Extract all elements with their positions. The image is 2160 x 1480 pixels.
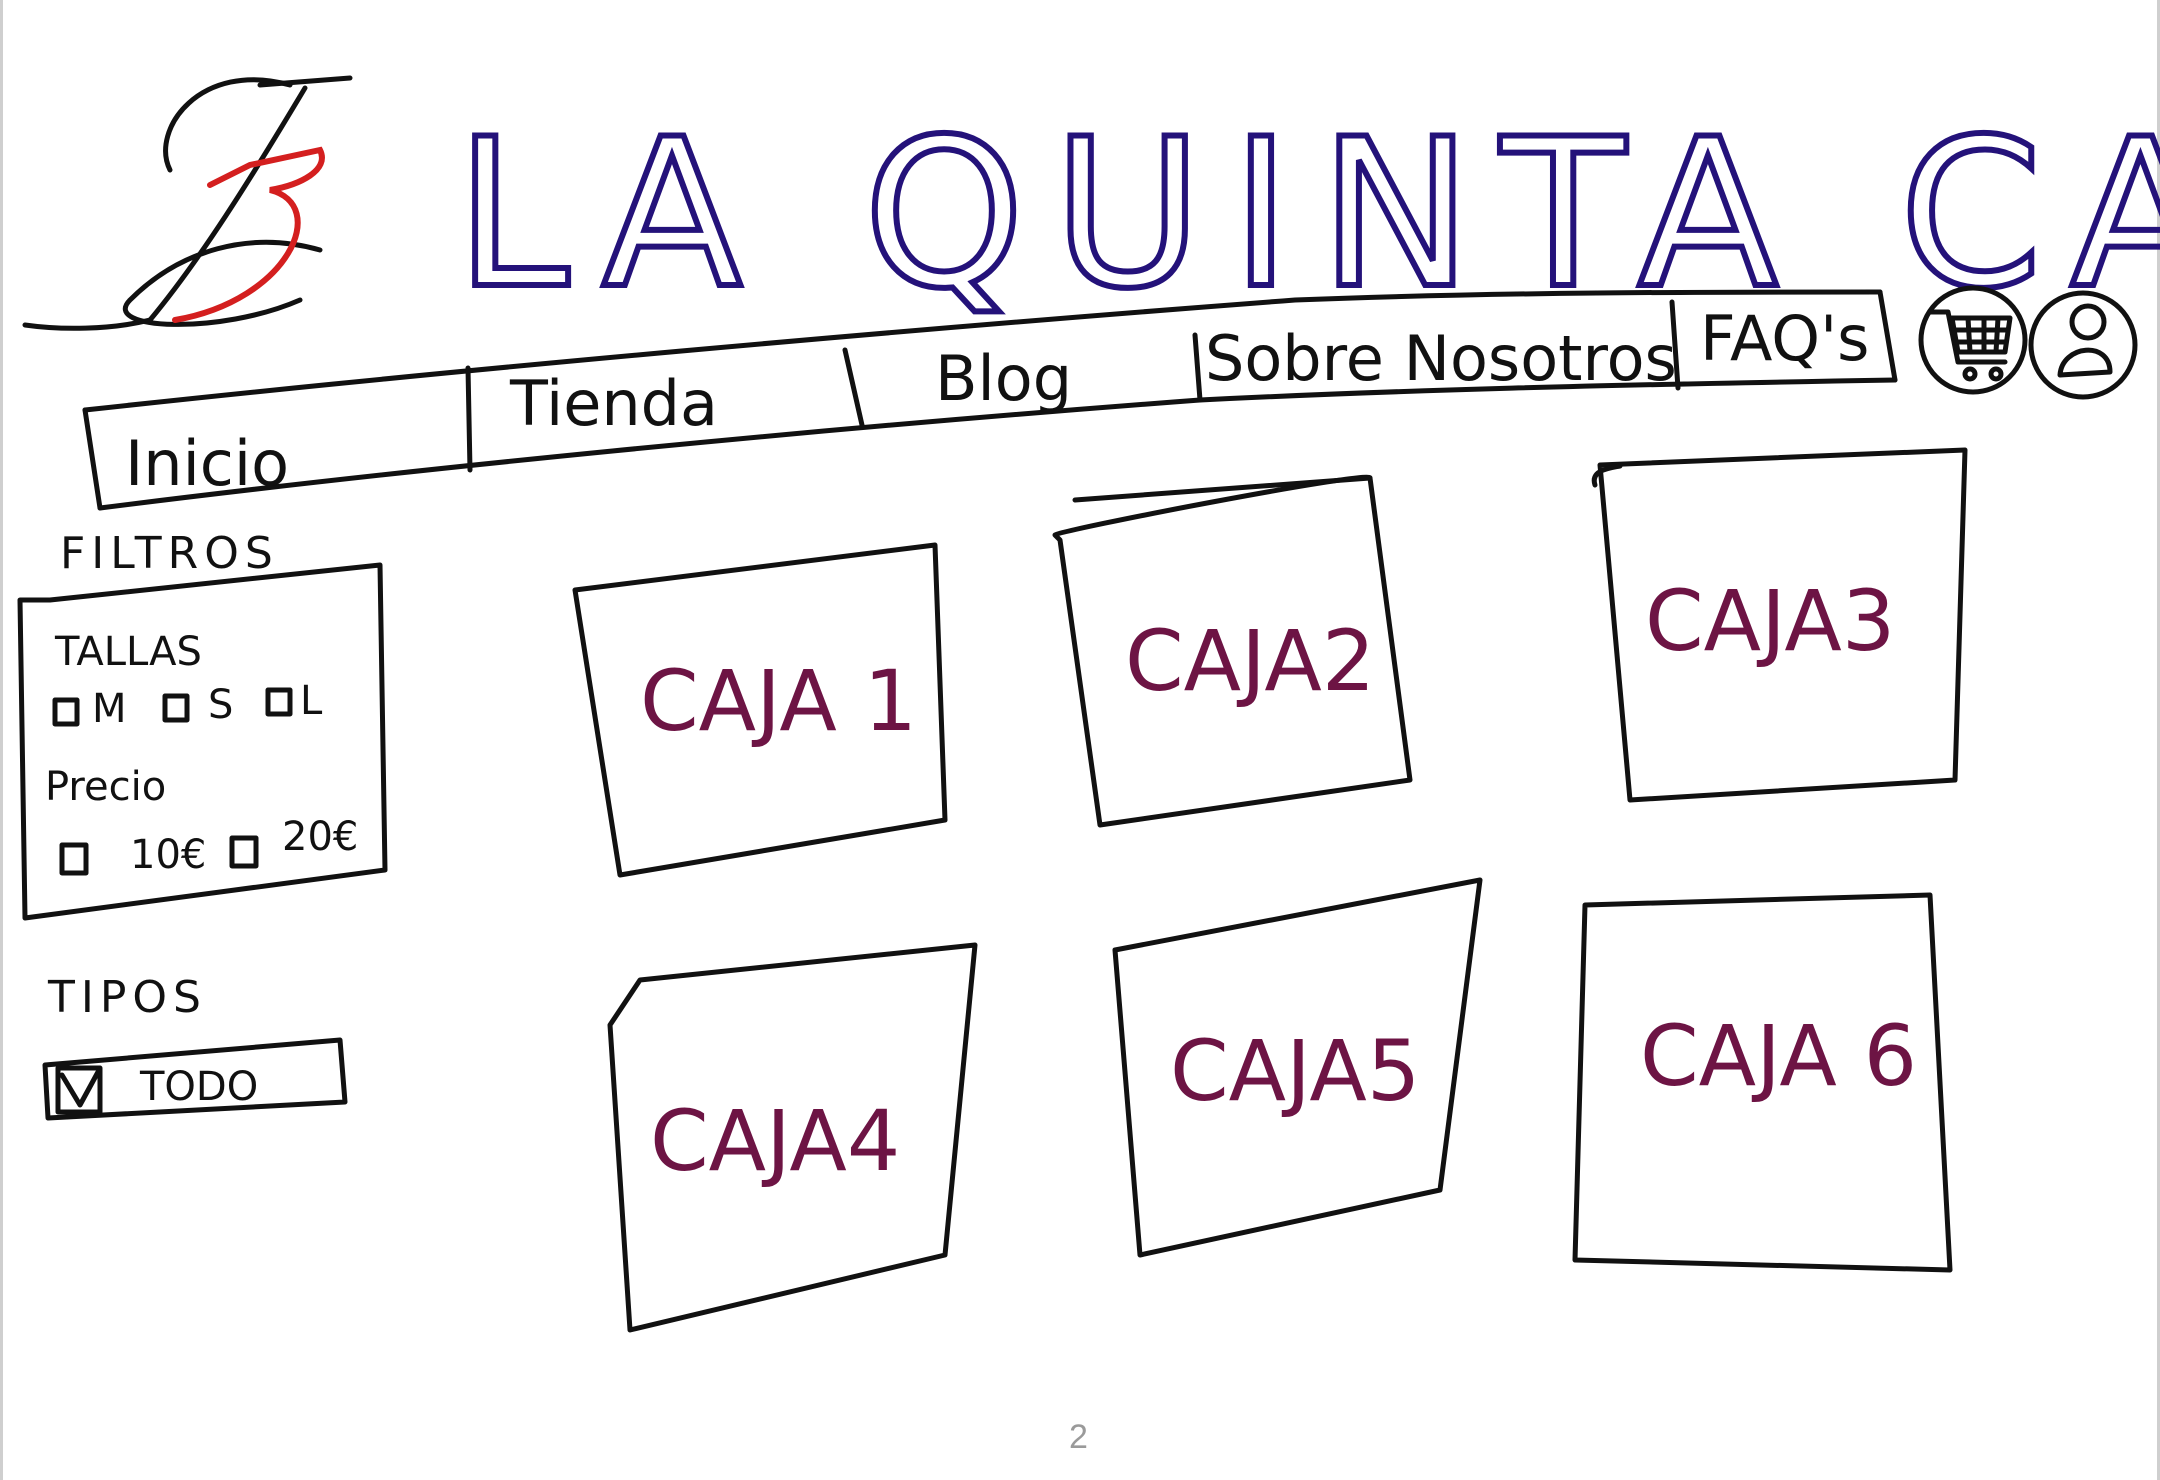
size-option-m[interactable]: M xyxy=(52,686,127,732)
checkbox[interactable] xyxy=(52,697,80,727)
checkbox[interactable] xyxy=(265,687,293,717)
product-label: CAJA3 xyxy=(1645,572,1895,670)
nav-item-tienda[interactable]: Tienda xyxy=(509,367,718,440)
product-card-4[interactable]: CAJA4 xyxy=(607,942,978,1333)
lqc-monogram-icon[interactable] xyxy=(22,75,353,331)
checkbox[interactable] xyxy=(59,842,89,876)
nav-item-faqs[interactable]: FAQ's xyxy=(1700,302,1869,375)
product-card-6[interactable]: CAJA 6 xyxy=(1572,892,1953,1273)
tallas-label: TALLAS xyxy=(54,629,202,675)
nav-label: Inicio xyxy=(125,427,289,500)
filters-title: FILTROS xyxy=(60,528,279,579)
product-card-2[interactable]: CAJA2 xyxy=(1052,474,1413,828)
nav-label: Sobre Nosotros xyxy=(1205,322,1677,395)
nav-label: Blog xyxy=(935,342,1072,415)
checkmark-icon xyxy=(59,1069,101,1108)
size-option-l[interactable]: L xyxy=(265,678,323,724)
checkbox[interactable] xyxy=(162,693,190,723)
checkbox[interactable] xyxy=(229,835,259,869)
product-label: CAJA2 xyxy=(1125,612,1375,710)
price-label: 20€ xyxy=(282,814,358,860)
price-option-10[interactable]: 10€ xyxy=(59,832,206,878)
user-icon[interactable] xyxy=(2028,290,2138,400)
tipos-title: TIPOS xyxy=(47,972,207,1023)
nav-label: Tienda xyxy=(509,367,718,440)
product-label: CAJA4 xyxy=(650,1092,900,1190)
product-card-3[interactable]: CAJA3 xyxy=(1591,447,1968,803)
precio-label: Precio xyxy=(45,764,166,810)
nav-item-blog[interactable]: Blog xyxy=(935,342,1072,415)
product-label: CAJA 6 xyxy=(1640,1007,1917,1105)
tipo-label: TODO xyxy=(139,1064,258,1110)
product-label: CAJA 1 xyxy=(640,652,917,750)
price-option-20[interactable]: 20€ xyxy=(229,814,358,869)
product-card-1[interactable]: CAJA 1 xyxy=(572,542,948,878)
size-label: S xyxy=(208,682,233,728)
nav-item-inicio[interactable]: Inicio xyxy=(125,427,289,500)
page-number: 2 xyxy=(1069,1418,1088,1456)
size-option-s[interactable]: S xyxy=(162,682,233,728)
wireframe-canvas: LA QUINTA CAJA Inicio Tienda Blog Sobre … xyxy=(17,75,2160,1456)
product-card-5[interactable]: CAJA5 xyxy=(1112,877,1483,1258)
product-label: CAJA5 xyxy=(1170,1022,1420,1120)
price-label: 10€ xyxy=(130,832,206,878)
size-label: M xyxy=(92,686,127,732)
tipo-option-todo[interactable]: TODO xyxy=(42,1037,348,1121)
nav-item-sobre-nosotros[interactable]: Sobre Nosotros xyxy=(1205,322,1677,395)
nav-label: FAQ's xyxy=(1700,302,1869,375)
size-label: L xyxy=(300,678,323,724)
